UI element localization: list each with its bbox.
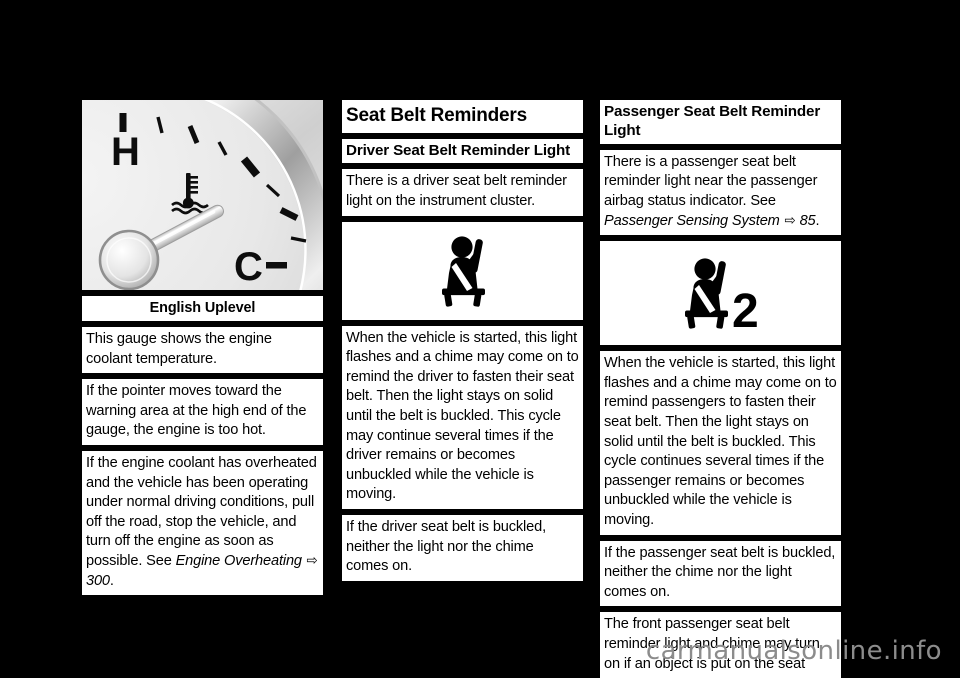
paragraph-block: If the pointer moves toward the warning … <box>82 379 323 445</box>
paragraph-block: If the passenger seat belt is buckled, n… <box>600 540 841 607</box>
paragraph-block: This gauge shows the engine coolant temp… <box>82 327 323 374</box>
gauge-label-hot: H <box>111 130 140 174</box>
paragraph-block-with-crossreference: There is a passenger seat belt reminder … <box>600 149 841 236</box>
crossreference-page[interactable]: 85 <box>800 213 816 229</box>
middle-column: Seat Belt Reminders Driver Seat Belt Rem… <box>342 100 583 587</box>
coolant-gauge-figure: H C <box>82 100 323 290</box>
engine-coolant-temperature-gauge: H C <box>82 100 323 290</box>
body-text: When the vehicle is started, this light … <box>346 329 579 503</box>
body-text-tail: . <box>109 572 114 589</box>
subsection-title: Passenger Seat Belt Reminder Light <box>604 103 821 140</box>
crossreference-title[interactable]: Engine Overheating <box>176 553 302 569</box>
figure-caption: English Uplevel <box>82 296 323 321</box>
crossreference-arrow-icon: ⇨ <box>784 212 796 229</box>
body-text: There is a passenger seat belt reminder … <box>604 153 837 231</box>
body-text: If the passenger seat belt is buckled, n… <box>604 544 836 600</box>
crossreference-arrow-icon: ⇨ <box>306 552 318 569</box>
subsection-title: Driver Seat Belt Reminder Light <box>346 142 571 159</box>
subsection-heading-block: Passenger Seat Belt Reminder Light <box>600 100 841 144</box>
section-heading-block: Seat Belt Reminders <box>342 100 583 133</box>
body-text: If the driver seat belt is buckled, neit… <box>346 518 546 575</box>
paragraph-block: When the vehicle is started, this light … <box>342 325 583 509</box>
body-text-lead: There is a passenger seat belt reminder … <box>604 153 818 209</box>
crossreference-page[interactable]: 300 <box>86 573 110 589</box>
passenger-seat-belt-reminder-telltale-icon: 2 <box>600 241 841 345</box>
body-text: When the vehicle is started, this light … <box>604 355 837 528</box>
body-text: If the engine coolant has overheated and… <box>86 454 319 591</box>
site-watermark: carmanualsonline.info <box>645 636 942 666</box>
crossreference-title[interactable]: Passenger Sensing System <box>604 213 780 229</box>
body-text-tail: . <box>815 212 820 229</box>
right-column: Passenger Seat Belt Reminder Light There… <box>600 100 841 678</box>
body-text: This gauge shows the engine coolant temp… <box>86 331 272 367</box>
seat-belt-telltale-glyph-with-badge: 2 <box>684 258 759 331</box>
left-column: H C English Uplevel This gauge shows the… <box>82 100 323 601</box>
telltale-badge-number: 2 <box>732 285 759 331</box>
paragraph-block: When the vehicle is started, this light … <box>600 351 841 535</box>
body-text: If the pointer moves toward the warning … <box>86 383 307 439</box>
gauge-label-cold: C <box>234 245 263 289</box>
paragraph-block: If the driver seat belt is buckled, neit… <box>342 514 583 581</box>
paragraph-block-with-crossreference: If the engine coolant has overheated and… <box>82 450 323 596</box>
body-text-lead: If the engine coolant has overheated and… <box>86 454 317 569</box>
gauge-artwork: H C <box>82 100 323 290</box>
driver-seat-belt-reminder-telltale-icon <box>342 222 583 320</box>
seat-belt-telltale-glyph <box>441 235 485 307</box>
passenger-seat-belt-telltale-figure: 2 <box>600 241 841 346</box>
driver-seat-belt-telltale-figure <box>342 221 583 320</box>
subsection-heading-block: Driver Seat Belt Reminder Light <box>342 139 583 164</box>
paragraph-block: There is a driver seat belt reminder lig… <box>342 169 583 216</box>
manual-page: H C English Uplevel This gauge shows the… <box>0 0 960 678</box>
body-text: There is a driver seat belt reminder lig… <box>346 173 567 209</box>
section-title: Seat Belt Reminders <box>346 105 527 126</box>
